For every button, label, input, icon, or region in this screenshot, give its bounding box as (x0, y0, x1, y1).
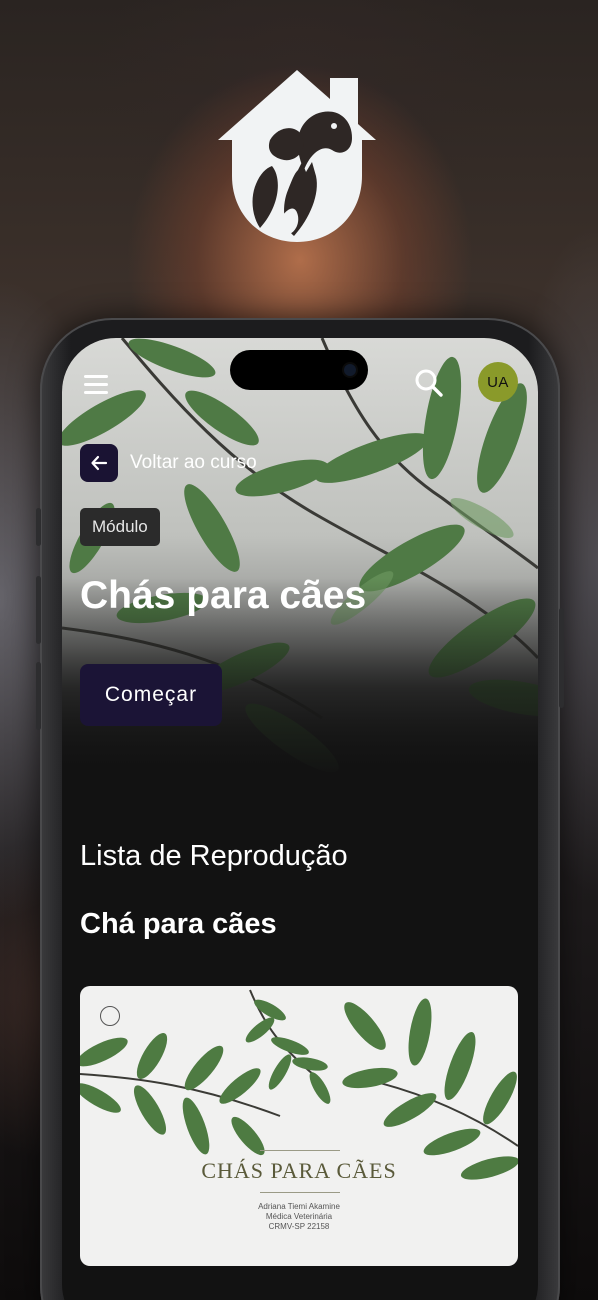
card-divider (260, 1192, 340, 1193)
module-badge: Módulo (80, 508, 160, 546)
card-author: Adriana Tiemi Akamine (258, 1202, 340, 1211)
card-role: Médica Veterinária (265, 1212, 333, 1221)
phone-frame: UA Voltar ao curso Módulo Chás para cães… (36, 318, 564, 1300)
card-divider (260, 1150, 340, 1151)
house-dog-cat-icon (218, 70, 376, 242)
user-avatar[interactable]: UA (478, 362, 518, 402)
start-button[interactable]: Começar (80, 664, 222, 726)
back-to-course-link[interactable]: Voltar ao curso (80, 444, 257, 482)
volume-up-button (36, 576, 41, 644)
back-label[interactable]: Voltar ao curso (130, 452, 257, 474)
back-button[interactable] (80, 444, 118, 482)
menu-icon[interactable] (84, 375, 108, 395)
module-title: Chás para cães (80, 574, 367, 617)
lesson-card[interactable]: CHÁS PARA CÃES Adriana Tiemi Akamine Méd… (80, 986, 518, 1266)
volume-down-button (36, 662, 41, 730)
card-title: CHÁS PARA CÃES (201, 1158, 397, 1183)
lesson-group-title: Chá para cães (80, 908, 277, 940)
app-screen: UA Voltar ao curso Módulo Chás para cães… (62, 338, 538, 1300)
camera-icon (344, 364, 356, 376)
completion-radio[interactable] (100, 1006, 120, 1026)
dynamic-island (230, 350, 368, 390)
card-crmv: CRMV-SP 22158 (268, 1222, 330, 1231)
power-button (559, 608, 564, 708)
playlist-heading: Lista de Reprodução (80, 840, 348, 872)
arrow-left-icon (91, 455, 108, 471)
action-button (36, 508, 41, 546)
search-icon[interactable] (414, 368, 444, 398)
